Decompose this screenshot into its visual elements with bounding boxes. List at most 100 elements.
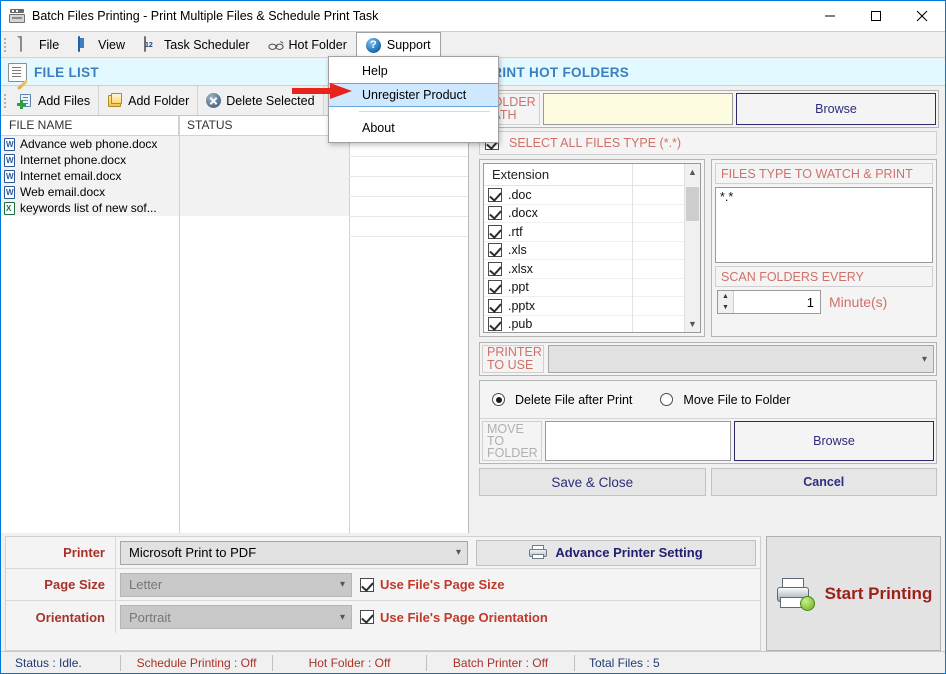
- list-item[interactable]: .xlsx: [484, 260, 700, 279]
- extension-checkbox[interactable]: [488, 188, 502, 202]
- radio-delete-after-print-label: Delete File after Print: [515, 393, 632, 407]
- scan-interval-value[interactable]: 1: [734, 291, 820, 313]
- add-files-button[interactable]: Add Files: [9, 86, 99, 115]
- window-controls: [807, 1, 945, 31]
- extension-checkbox[interactable]: [488, 317, 502, 331]
- start-printing-button[interactable]: Start Printing: [766, 536, 941, 651]
- use-file-orientation-checkbox-row[interactable]: Use File's Page Orientation: [360, 610, 548, 625]
- file-grid[interactable]: FILE NAME STATUS Advance web phone.docx …: [1, 116, 468, 533]
- column-header-status[interactable]: STATUS: [179, 116, 349, 136]
- support-dropdown-menu: Help Unregister Product About: [328, 56, 499, 143]
- dialog-actions: Save & Close Cancel: [479, 468, 937, 496]
- select-all-files-type-row[interactable]: SELECT ALL FILES TYPE (*.*): [479, 131, 937, 155]
- orientation-select[interactable]: Portrait ▾: [120, 605, 352, 629]
- menu-task-scheduler[interactable]: 12 Task Scheduler: [134, 32, 258, 57]
- extension-checkbox[interactable]: [488, 299, 502, 313]
- close-button[interactable]: [899, 1, 945, 31]
- printer-window-icon: [9, 8, 25, 24]
- advance-printer-setting-button[interactable]: Advance Printer Setting: [476, 540, 756, 566]
- menu-support[interactable]: ? Support: [356, 32, 441, 58]
- extension-column-header[interactable]: Extension: [484, 164, 700, 186]
- extension-list-container: Extension .doc .docx .rtf .xls .xlsx .pp…: [479, 159, 705, 337]
- list-item[interactable]: .docx: [484, 205, 700, 224]
- file-status: [179, 136, 349, 152]
- menu-separator: [359, 111, 490, 112]
- menu-bar: File View 12 Task Scheduler Hot Folder ?…: [1, 32, 945, 58]
- radio-delete-after-print[interactable]: [492, 393, 505, 406]
- extension-checkbox[interactable]: [488, 243, 502, 257]
- menu-view[interactable]: View: [68, 32, 134, 57]
- scroll-up-icon[interactable]: ▲: [685, 164, 700, 180]
- scan-unit-label: Minute(s): [829, 294, 887, 310]
- menu-hot-folder[interactable]: Hot Folder: [259, 32, 356, 57]
- extension-label: .xls: [508, 243, 527, 257]
- menu-item-about[interactable]: About: [329, 116, 498, 140]
- list-item[interactable]: .xls: [484, 242, 700, 261]
- move-to-folder-label: MOVE TO FOLDER: [482, 421, 542, 461]
- chevron-down-icon: ▾: [922, 354, 927, 365]
- grid-divider: [349, 116, 350, 533]
- use-file-page-size-checkbox[interactable]: [360, 578, 374, 592]
- list-item[interactable]: .ppt: [484, 279, 700, 298]
- menu-item-unregister-product[interactable]: Unregister Product: [329, 83, 498, 107]
- list-item[interactable]: .rtf: [484, 223, 700, 242]
- watch-types-input[interactable]: *.*: [715, 187, 933, 263]
- scan-interval-stepper[interactable]: ▲ ▼ 1: [717, 290, 821, 314]
- file-icon: [18, 37, 34, 53]
- chevron-down-icon: ▾: [456, 547, 461, 558]
- use-file-orientation-checkbox[interactable]: [360, 610, 374, 624]
- scrollbar-thumb[interactable]: [686, 187, 699, 221]
- stepper-arrows[interactable]: ▲ ▼: [718, 291, 734, 313]
- printer-to-use-select[interactable]: ▾: [548, 345, 934, 373]
- stepper-down-icon[interactable]: ▼: [718, 302, 733, 313]
- scroll-down-icon[interactable]: ▼: [685, 316, 700, 332]
- delete-selected-button[interactable]: Delete Selected: [198, 86, 323, 115]
- folder-path-input[interactable]: [543, 93, 733, 125]
- extension-checkbox[interactable]: [488, 262, 502, 276]
- extension-checkbox[interactable]: [488, 280, 502, 294]
- stepper-up-icon[interactable]: ▲: [718, 291, 733, 302]
- orientation-row: Orientation Portrait ▾ Use File's Page O…: [6, 601, 760, 633]
- orientation-value: Portrait: [129, 610, 340, 625]
- grid-divider: [179, 116, 180, 533]
- use-file-page-size-checkbox-row[interactable]: Use File's Page Size: [360, 577, 504, 592]
- file-name: Internet phone.docx: [20, 153, 126, 167]
- file-name: Advance web phone.docx: [20, 137, 157, 151]
- list-item[interactable]: .pub: [484, 316, 700, 334]
- folder-browse-button[interactable]: Browse: [736, 93, 936, 125]
- word-file-icon: [4, 138, 16, 151]
- printer-icon: [529, 545, 547, 560]
- add-folder-button[interactable]: Add Folder: [99, 86, 198, 115]
- menu-file[interactable]: File: [9, 32, 68, 57]
- start-printing-label: Start Printing: [825, 584, 933, 604]
- extension-checkbox[interactable]: [488, 225, 502, 239]
- delete-selected-label: Delete Selected: [226, 94, 314, 108]
- page-size-select[interactable]: Letter ▾: [120, 573, 352, 597]
- list-item[interactable]: .doc: [484, 186, 700, 205]
- question-icon: ?: [366, 37, 382, 53]
- move-browse-button[interactable]: Browse: [734, 421, 934, 461]
- menu-view-label: View: [98, 38, 125, 52]
- list-item[interactable]: .pptx: [484, 297, 700, 316]
- table-row[interactable]: Web email.docx: [1, 184, 468, 200]
- file-name: Internet email.docx: [20, 169, 121, 183]
- save-and-close-button[interactable]: Save & Close: [479, 468, 706, 496]
- menu-support-label: Support: [387, 38, 431, 52]
- extension-list[interactable]: Extension .doc .docx .rtf .xls .xlsx .pp…: [483, 163, 701, 333]
- excel-file-icon: [4, 202, 16, 215]
- move-to-folder-input[interactable]: [545, 421, 731, 461]
- move-to-folder-row: MOVE TO FOLDER Browse: [480, 419, 936, 463]
- extension-checkbox[interactable]: [488, 206, 502, 220]
- column-header-file-name[interactable]: FILE NAME: [1, 116, 179, 136]
- maximize-button[interactable]: [853, 1, 899, 31]
- table-row[interactable]: keywords list of new sof...: [1, 200, 468, 216]
- menu-item-help[interactable]: Help: [329, 59, 498, 83]
- printer-select[interactable]: Microsoft Print to PDF ▾: [120, 541, 468, 565]
- chevron-down-icon: ▾: [340, 579, 345, 590]
- minimize-button[interactable]: [807, 1, 853, 31]
- radio-move-to-folder[interactable]: [660, 393, 673, 406]
- extension-list-scrollbar[interactable]: ▲ ▼: [684, 164, 700, 332]
- application-window: Batch Files Printing - Print Multiple Fi…: [0, 0, 946, 674]
- cancel-button[interactable]: Cancel: [711, 468, 938, 496]
- table-row[interactable]: Internet phone.docx: [1, 152, 468, 168]
